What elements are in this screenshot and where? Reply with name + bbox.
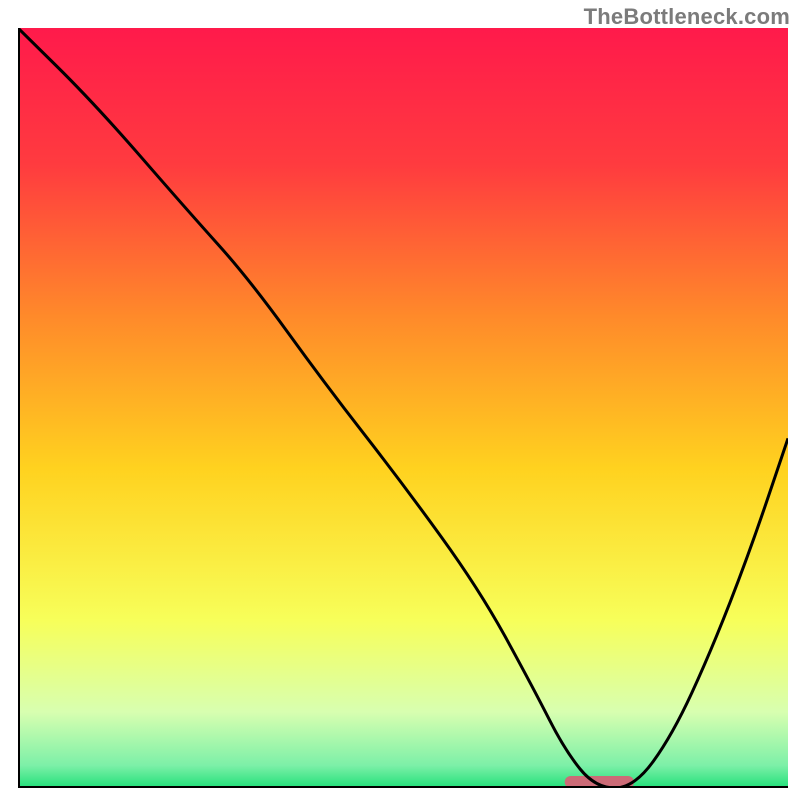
plot-area	[18, 28, 788, 788]
gradient-fill	[18, 28, 788, 788]
chart-svg	[18, 28, 788, 788]
watermark-text: TheBottleneck.com	[584, 4, 790, 30]
chart-container: TheBottleneck.com	[0, 0, 800, 800]
